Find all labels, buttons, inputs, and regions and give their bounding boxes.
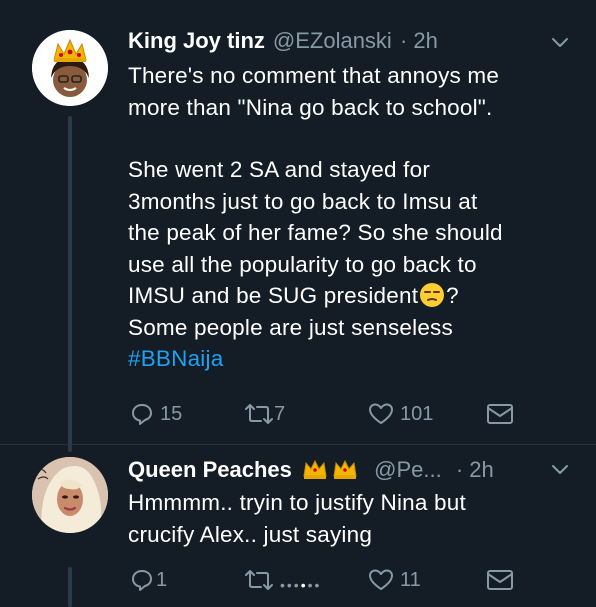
timestamp[interactable]: · 2h (400, 28, 438, 53)
tweet-text: There's no comment that annoys me more t… (128, 60, 576, 375)
retweet-icon (245, 570, 273, 590)
like-button[interactable]: 11 (368, 563, 421, 597)
user-handle[interactable]: @Pe... (374, 457, 442, 482)
chevron-down-icon[interactable] (550, 459, 570, 479)
display-name[interactable]: Queen Peaches (128, 457, 292, 482)
reply-count: 1 (156, 568, 168, 591)
tweet-text: Hmmmm.. tryin to justify Nina but crucif… (128, 487, 576, 550)
text-line: There's no comment that annoys me (128, 63, 500, 88)
retweet-icon (245, 404, 273, 424)
like-count: 11 (400, 568, 421, 591)
timestamp[interactable]: · 2h (456, 457, 494, 482)
retweet-count: 7 (274, 402, 286, 425)
heart-icon (369, 569, 393, 590)
tweet-header: King Joy tinz @EZolanski · 2h (128, 26, 576, 56)
hashtag-link[interactable]: #BBNaija (128, 346, 223, 371)
unamused-face-emoji-icon (420, 283, 445, 307)
like-button[interactable]: 101 (368, 397, 433, 431)
reply-button[interactable]: 15 (130, 397, 182, 431)
reply-button[interactable]: 1 (130, 563, 167, 597)
tweet-actions: 15 7 101 (128, 397, 528, 431)
text-line: Some people are just senseless (128, 314, 453, 340)
avatar[interactable] (32, 30, 108, 106)
text-line: crucify Alex.. just saying (128, 521, 373, 547)
display-name[interactable]: King Joy tinz (128, 28, 265, 53)
text-line: She went 2 SA and stayed for (128, 157, 431, 182)
direct-message-button[interactable] (486, 397, 514, 431)
envelope-icon (487, 404, 513, 424)
reply-icon (132, 404, 152, 425)
loading-dots: •••••• (280, 577, 322, 593)
text-line: more than "Nina go back to school". (128, 94, 493, 120)
text-line: Hmmmm.. tryin to justify Nina but (128, 490, 466, 515)
text-line: the peak of her fame? So she should (128, 220, 503, 245)
chevron-down-icon[interactable] (550, 32, 570, 52)
avatar[interactable] (32, 457, 108, 533)
retweet-button[interactable]: 7 (244, 397, 285, 431)
retweet-button[interactable] (244, 563, 274, 597)
tweet-header: Queen Peaches @Pe... · 2h (128, 455, 576, 485)
tweet-actions: 1 •••••• 11 (128, 563, 528, 597)
thread-line (68, 567, 72, 607)
tweet[interactable]: King Joy tinz @EZolanski · 2h There's no … (0, 0, 596, 452)
crown-emoji-icon (333, 459, 357, 479)
reply-count: 15 (160, 402, 183, 425)
heart-icon (369, 403, 393, 424)
user-handle[interactable]: @EZolanski (273, 28, 392, 53)
text-line: 3months just to go back to Imsu at (128, 188, 478, 214)
crown-emoji-icon (303, 459, 327, 479)
text-segment: IMSU and be SUG president (128, 283, 419, 308)
direct-message-button[interactable] (486, 563, 514, 597)
envelope-icon (487, 570, 513, 590)
reply-icon (132, 570, 152, 591)
text-line: use all the popularity to go back to (128, 251, 477, 277)
tweet[interactable]: Queen Peaches @Pe... · 2h Hmmmm.. tryin … (0, 445, 596, 607)
text-line: IMSU and be SUG president ? (128, 280, 576, 312)
like-count: 101 (400, 402, 434, 425)
text-segment: ? (446, 283, 459, 308)
thread-line (68, 116, 72, 452)
